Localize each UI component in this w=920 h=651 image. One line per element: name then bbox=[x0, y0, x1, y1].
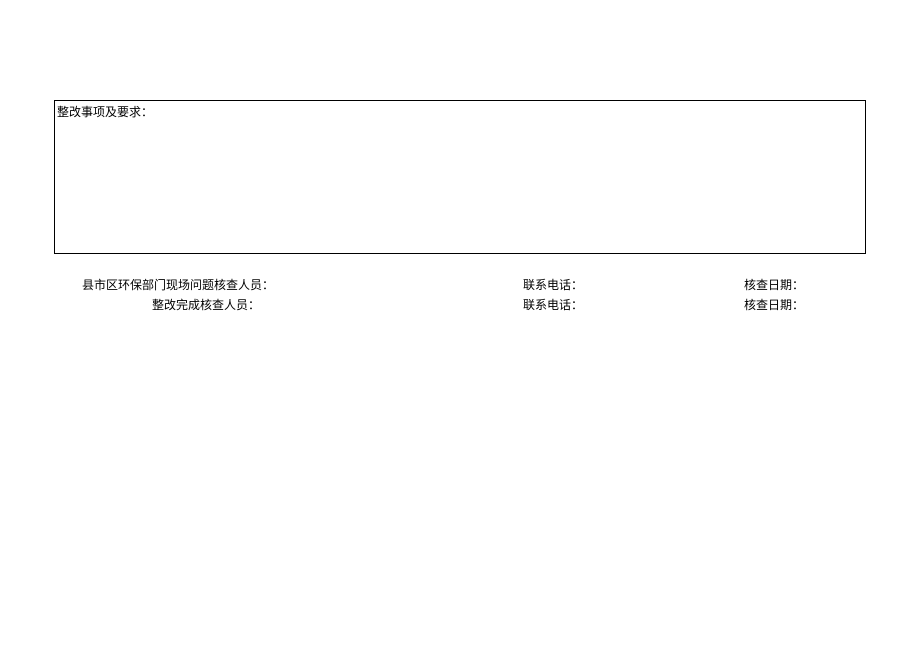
row2-date-label: 核查日期： bbox=[744, 296, 804, 313]
row2-personnel-label: 整改完成核查人员： bbox=[152, 296, 260, 313]
row2-phone-label: 联系电话： bbox=[523, 296, 583, 313]
signature-section: 县市区环保部门现场问题核查人员： 联系电话： 核查日期： 整改完成核查人员： 联… bbox=[54, 276, 866, 316]
row1-phone-label: 联系电话： bbox=[523, 276, 583, 293]
signature-row-1: 县市区环保部门现场问题核查人员： 联系电话： 核查日期： bbox=[54, 276, 866, 294]
row1-personnel-label: 县市区环保部门现场问题核查人员： bbox=[82, 276, 274, 293]
rectification-requirements-box: 整改事项及要求： bbox=[54, 100, 866, 254]
signature-row-2: 整改完成核查人员： 联系电话： 核查日期： bbox=[54, 296, 866, 314]
row1-date-label: 核查日期： bbox=[744, 276, 804, 293]
box-title: 整改事项及要求： bbox=[57, 103, 153, 120]
